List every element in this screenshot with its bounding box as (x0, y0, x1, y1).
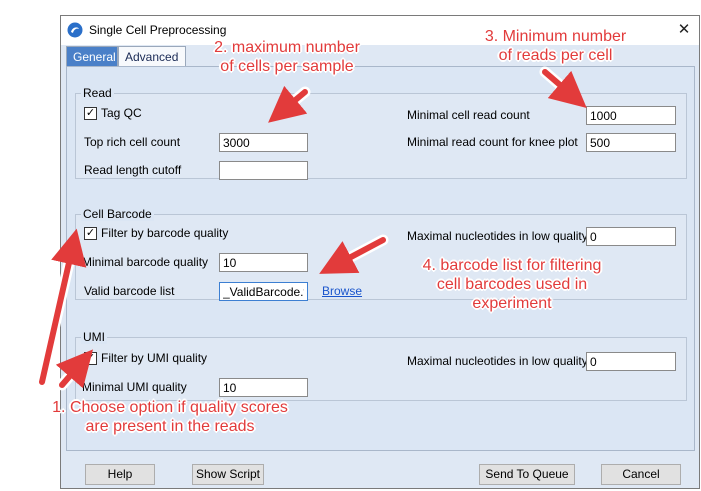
annotation-4-line-1: 4. barcode list for filtering (422, 257, 602, 274)
read-length-label: Read length cutoff (84, 163, 182, 177)
umi-quality-label: Filter by UMI quality (101, 351, 208, 365)
read-group-title: Read (81, 86, 114, 100)
min-umi-quality-input[interactable] (219, 378, 308, 397)
window-title: Single Cell Preprocessing (89, 23, 227, 37)
barcode-quality-checkbox[interactable]: ✓ (84, 227, 97, 240)
tag-qc-label: Tag QC (101, 106, 142, 120)
min-barcode-quality-input[interactable] (219, 253, 308, 272)
browse-link[interactable]: Browse (322, 284, 362, 298)
barcode-max-nuc-label: Maximal nucleotides in low quality (407, 229, 588, 243)
umi-group-title: UMI (81, 330, 107, 344)
close-icon[interactable]: ✕ (673, 19, 695, 41)
valid-barcode-list-label: Valid barcode list (84, 284, 175, 298)
send-to-queue-button[interactable]: Send To Queue (479, 464, 575, 485)
annotation-3: 3. Minimum number of reads per cell (463, 27, 648, 65)
tab-general[interactable]: General (66, 46, 118, 66)
min-barcode-quality-label: Minimal barcode quality (82, 255, 209, 269)
cancel-button[interactable]: Cancel (601, 464, 681, 485)
min-cell-read-label: Minimal cell read count (407, 108, 530, 122)
annotation-4: 4. barcode list for filtering cell barco… (398, 256, 626, 313)
min-umi-quality-label: Minimal UMI quality (82, 380, 187, 394)
valid-barcode-list-input[interactable] (219, 282, 308, 301)
tab-advanced[interactable]: Advanced (118, 46, 186, 66)
read-group: Read ✓ Tag QC Top rich cell count Read l… (75, 86, 687, 180)
tag-qc-checkbox[interactable]: ✓ (84, 107, 97, 120)
annotation-1-line-2: are present in the reads (85, 418, 255, 435)
annotation-1: 1. Choose option if quality scores are p… (20, 398, 320, 436)
annotation-3-line-2: of reads per cell (498, 47, 613, 64)
annotation-2-line-1: 2. maximum number (214, 39, 360, 56)
show-script-button[interactable]: Show Script (192, 464, 264, 485)
annotation-2-line-2: of cells per sample (220, 58, 354, 75)
top-rich-label: Top rich cell count (84, 135, 181, 149)
help-button[interactable]: Help (85, 464, 155, 485)
annotation-4-line-2: cell barcodes used in (436, 276, 588, 293)
cell-barcode-group-title: Cell Barcode (81, 207, 154, 221)
knee-plot-label: Minimal read count for knee plot (407, 135, 578, 149)
umi-quality-checkbox[interactable]: ✓ (84, 352, 97, 365)
min-cell-read-input[interactable] (586, 106, 676, 125)
umi-max-nuc-label: Maximal nucleotides in low quality (407, 354, 588, 368)
annotation-1-line-1: 1. Choose option if quality scores (52, 399, 288, 416)
annotation-4-line-3: experiment (472, 295, 552, 312)
knee-plot-input[interactable] (586, 133, 676, 152)
annotation-3-line-1: 3. Minimum number (484, 28, 627, 45)
top-rich-input[interactable] (219, 133, 308, 152)
umi-max-nuc-input[interactable] (586, 352, 676, 371)
barcode-quality-label: Filter by barcode quality (101, 226, 229, 240)
umi-group: UMI ✓ Filter by UMI quality Minimal UMI … (75, 330, 687, 401)
barcode-max-nuc-input[interactable] (586, 227, 676, 246)
app-icon (67, 22, 83, 38)
read-length-input[interactable] (219, 161, 308, 180)
annotation-2: 2. maximum number of cells per sample (197, 38, 377, 76)
